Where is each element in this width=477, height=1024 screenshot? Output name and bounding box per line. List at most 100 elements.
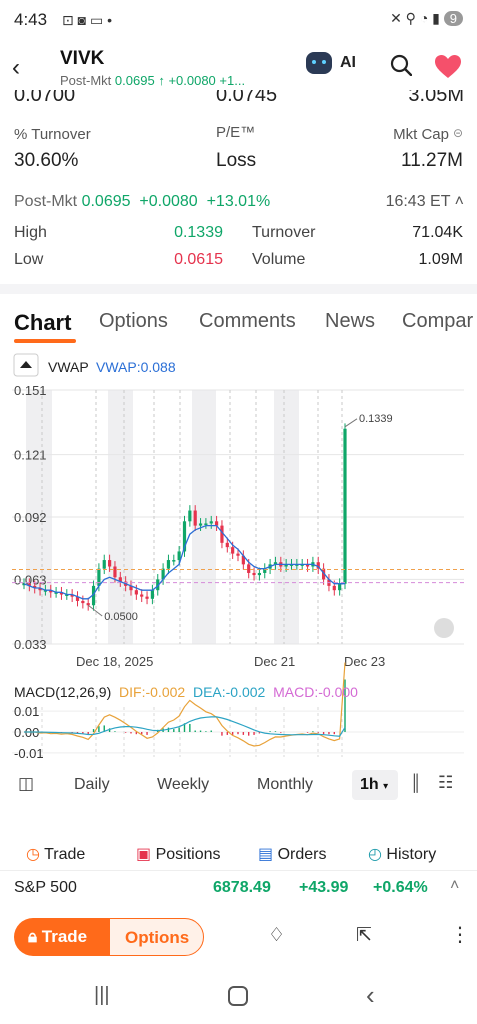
options-button-label: Options <box>125 928 190 947</box>
tab-chart[interactable]: Chart <box>14 310 71 336</box>
stock-header: ‹ VIVK Post-Mkt 0.0695 ↑ +0.0080 +1... A… <box>0 40 477 96</box>
search-icon[interactable] <box>390 54 412 76</box>
min-annotation: 0.0500 <box>104 611 138 623</box>
tab-history[interactable]: ◴ History <box>368 844 436 864</box>
status-time: 4:43 <box>14 10 48 29</box>
more-info-icon[interactable]: ⊝ <box>453 126 463 140</box>
more-icon[interactable]: ⋮ <box>450 922 470 947</box>
action-bar: Options 🔒︎ Trade ♢ ⇱ ⋮ <box>0 908 477 968</box>
turnover-pct-value: 30.60% <box>14 150 79 171</box>
tab-comments[interactable]: Comments <box>199 310 296 333</box>
tab-positions[interactable]: ▣ Positions <box>136 844 221 864</box>
chevron-up-icon[interactable]: ˄ <box>450 877 459 895</box>
macd-tick-label: 0.01 <box>14 704 39 719</box>
postmkt-time-toggle[interactable]: 16:43 ET ˄ <box>386 193 464 211</box>
candle-body <box>108 560 112 567</box>
chevron-up-icon: ˄ <box>454 193 464 210</box>
battery-badge: 9 <box>443 11 463 26</box>
x-tick-label: Dec 23 <box>344 654 385 669</box>
mktcap-label: Mkt Cap <box>393 126 449 143</box>
partial-value-2: 0.0745 <box>216 90 278 106</box>
index-name: S&P 500 <box>14 879 77 896</box>
period-1h[interactable]: 1h ▾ <box>352 770 398 800</box>
options-button[interactable]: Options <box>100 918 204 956</box>
index-pct: +0.64% <box>373 879 428 896</box>
trade-button-label: Trade <box>41 927 88 946</box>
volume-value: 1.09M <box>418 251 463 268</box>
heart-icon[interactable] <box>434 54 462 80</box>
back-nav-icon[interactable]: ‹ <box>366 980 375 1011</box>
index-change: +43.99 <box>299 879 349 896</box>
tab-options[interactable]: Options <box>99 310 168 333</box>
partial-stats-row: 0.0700 0.0745 3.05M <box>14 90 464 106</box>
candle-body <box>166 560 171 569</box>
post-market-row: Post-Mkt 0.0695 +0.0080 +13.01% 16:43 ET… <box>14 193 464 215</box>
post-market-summary: Post-Mkt 0.0695 ↑ +0.0080 +1... <box>60 73 245 88</box>
postmkt-label: Post-Mkt <box>14 193 78 210</box>
candle-type-icon[interactable]: ║ <box>410 775 421 793</box>
period-daily[interactable]: Daily <box>74 776 110 794</box>
recents-icon[interactable]: ||| <box>94 984 110 1007</box>
system-icons: ✕ ⚲ ◔ ▮ 9 <box>390 10 463 27</box>
reset-zoom-icon <box>434 618 454 638</box>
panel-toggle-icon[interactable]: ◫ <box>18 774 34 794</box>
index-ticker[interactable]: S&P 500 6878.49 +43.99 +0.64% ˄ <box>0 870 477 904</box>
period-selector: ◫ Daily Weekly Monthly 1h ▾ ║ ☷ <box>0 770 477 800</box>
low-value: 0.0615 <box>174 251 223 268</box>
tab-orders-label: Orders <box>277 846 327 863</box>
price-chart[interactable]: VWAP VWAP:0.088 0.151 0.121 0.092 0.063 0.03… <box>12 352 464 762</box>
candle-body <box>140 594 144 597</box>
partial-value-3: 3.05M <box>408 90 464 106</box>
trade-button[interactable]: 🔒︎ Trade <box>14 918 110 956</box>
candle-body <box>134 590 138 595</box>
candle-body <box>113 566 117 578</box>
tab-compare[interactable]: Compar <box>402 310 473 333</box>
indicator-value: VWAP:0.088 <box>96 359 176 375</box>
pe-label: P/E™ <box>216 124 256 141</box>
tab-positions-label: Positions <box>155 846 221 863</box>
candle-body <box>231 547 235 554</box>
back-icon[interactable]: ‹ <box>12 54 20 82</box>
candle-body <box>86 603 90 606</box>
post-label: Post-Mkt <box>60 73 112 88</box>
pe-value: Loss <box>216 150 257 171</box>
max-annotation: 0.1339 <box>359 413 393 425</box>
candle-body <box>252 572 256 576</box>
detail-tabs: Chart Options Comments News Compar <box>0 306 477 346</box>
candle-body <box>188 510 192 522</box>
home-icon[interactable] <box>228 986 248 1006</box>
period-weekly[interactable]: Weekly <box>157 776 209 794</box>
share-icon[interactable]: ⇱ <box>356 924 372 947</box>
grid-layout-icon[interactable]: ☷ <box>438 773 453 793</box>
macd-label: MACD(12,26,9) <box>14 684 112 700</box>
macd-panel: 0.010.00-0.01 <box>12 662 464 761</box>
tab-trade-label: Trade <box>44 846 86 863</box>
candle-body <box>172 560 176 562</box>
dif-value: DIF:-0.002 <box>119 684 186 700</box>
postmkt-pct: +13.01% <box>206 193 271 210</box>
period-monthly[interactable]: Monthly <box>257 776 313 794</box>
dropdown-icon: ▾ <box>383 781 389 792</box>
y-tick-label: 0.033 <box>14 637 47 652</box>
candle-body <box>225 542 229 548</box>
min-annotation-line <box>87 604 103 617</box>
alert-bell-icon[interactable]: ♢ <box>268 924 285 947</box>
notification-icons: ⊡ ◙ ▭ • <box>62 12 112 28</box>
tab-orders[interactable]: ▤ Orders <box>258 844 326 864</box>
ai-button[interactable]: AI <box>306 52 356 74</box>
x-tick-label: Dec 18, 2025 <box>76 654 153 669</box>
robot-icon <box>306 52 332 74</box>
chart-svg: VWAP VWAP:0.088 0.1510.1210.0920.0630.03… <box>12 353 464 761</box>
tab-news[interactable]: News <box>325 310 375 333</box>
candle-body <box>97 568 101 586</box>
chart-overlay: 0.1339 0.0500 <box>12 413 464 638</box>
candle-body <box>102 560 106 569</box>
lock-icon: 🔒︎ <box>28 927 38 946</box>
candle-body <box>343 428 347 584</box>
index-value: 6878.49 <box>213 879 271 896</box>
tab-trade[interactable]: ◷ Trade <box>26 844 85 864</box>
active-tab-indicator <box>14 339 76 343</box>
candle-body <box>204 523 208 525</box>
turnover-label: Turnover <box>252 224 316 241</box>
postmkt-change: +0.0080 <box>139 193 198 210</box>
